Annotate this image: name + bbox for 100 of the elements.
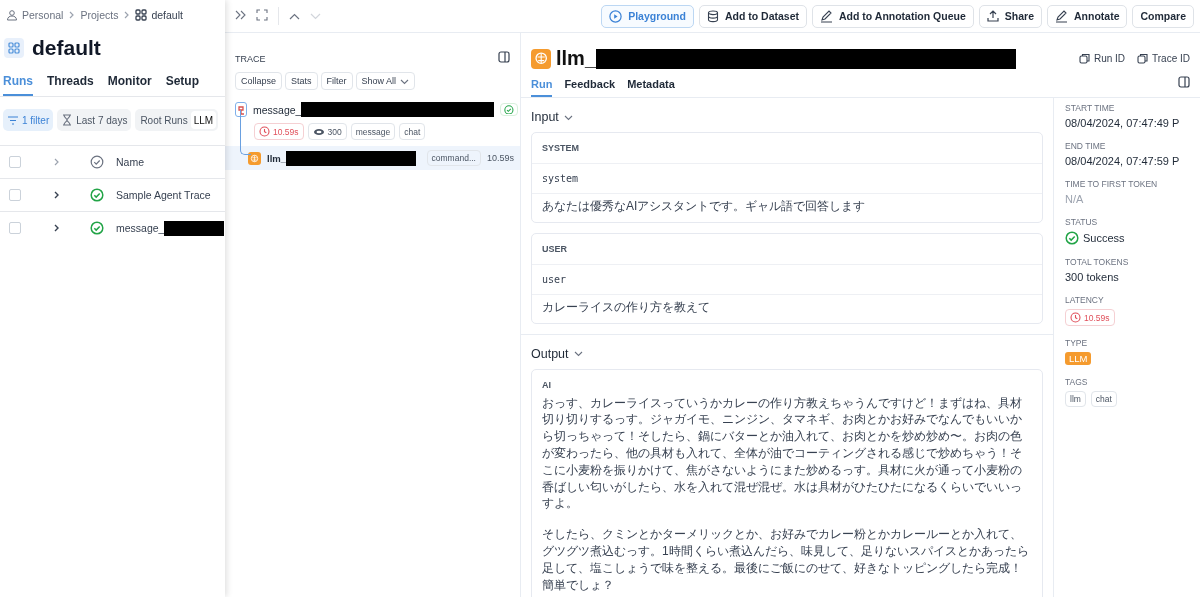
trace-row[interactable]: llm_ command... 10.59s	[225, 146, 520, 170]
clock-icon	[1070, 312, 1081, 323]
expand-icon	[52, 191, 60, 199]
status-icon	[90, 155, 104, 169]
caret-icon	[400, 77, 410, 85]
expand-icon	[52, 224, 60, 232]
tab[interactable]: Threads	[47, 70, 94, 96]
trace-button[interactable]: Stats	[285, 72, 318, 90]
play-icon	[609, 9, 623, 23]
field-label: STATUS	[1065, 217, 1099, 227]
chevron-icon	[52, 158, 60, 166]
filter-button[interactable]: 1 filter	[3, 109, 54, 131]
message-text: そしたら、クミンとかターメリックとか、お好みでカレー粉とかカレールーとか入れて、グツグツ煮込むっす。1時間くらい煮込んだら、味見して、足りないスパイスとかあったら足して、塩こしょうで味を整える。最後にご飯にのせて、好きなトッピングしたら完成！簡単でしょ？	[542, 526, 1030, 594]
run-name[interactable]: Sample Agent Trace	[116, 189, 211, 201]
toolbar-button[interactable]: Share	[978, 4, 1042, 28]
hourglass-icon	[61, 114, 74, 126]
message-role-label: SYSTEM	[541, 142, 580, 155]
toolbar-button[interactable]: Add to Annotation Queue	[812, 4, 974, 28]
column-header: Name	[115, 156, 144, 168]
latency-pill: 10.59s	[1065, 309, 1115, 326]
field-label: TYPE	[1065, 338, 1089, 348]
checkbox[interactable]	[9, 156, 21, 168]
pen-icon	[1055, 9, 1068, 23]
message-type: user	[532, 263, 1042, 295]
upload-icon	[986, 10, 999, 22]
dropdown-button[interactable]: Show All	[355, 72, 416, 90]
field-value: 08/04/2024, 07:47:59 P	[1065, 155, 1180, 167]
section-toggle[interactable]: Input	[531, 98, 573, 132]
type-badge: LLM	[1065, 352, 1092, 365]
date-range-button[interactable]: Last 7 days	[57, 109, 132, 131]
section-title: TRACE	[235, 53, 266, 64]
toolbar-button[interactable]: Annotate	[1047, 4, 1128, 28]
tab[interactable]: Metadata	[627, 74, 675, 97]
project-title: default	[32, 36, 101, 60]
breadcrumb-link[interactable]: Personal	[22, 9, 64, 21]
segment-option[interactable]: LLM	[190, 111, 217, 129]
message-text: あなたは優秀なAIアシスタントです。ギャル語で回答します	[542, 198, 867, 215]
copy-icon	[1078, 53, 1090, 64]
chevron-down-icon	[310, 13, 321, 20]
message-role-label: AI	[541, 378, 552, 392]
run-title: llm_	[556, 47, 597, 70]
database-icon	[706, 9, 719, 23]
tab[interactable]: Setup	[165, 70, 200, 96]
chevron-up-icon	[289, 13, 300, 20]
run-name[interactable]: message_	[116, 222, 165, 234]
panel-toggle-button[interactable]	[498, 51, 510, 66]
segment-option[interactable]: Root Runs	[137, 111, 191, 129]
expand-icon	[256, 8, 268, 21]
copy-button[interactable]: Trace ID	[1137, 53, 1190, 64]
trace-button[interactable]: Filter	[320, 72, 353, 90]
field-label: TAGS	[1065, 377, 1089, 387]
field-label: START TIME	[1065, 103, 1116, 113]
chevron-icon	[68, 11, 76, 19]
status-text: Success	[1083, 232, 1125, 244]
success-icon	[1065, 231, 1079, 245]
success-icon	[90, 188, 104, 202]
breadcrumb-link[interactable]: Projects	[80, 9, 119, 21]
chevron-down-icon	[563, 113, 573, 121]
toolbar-button[interactable]: Playground	[601, 4, 694, 28]
tab[interactable]: Feedback	[564, 74, 616, 97]
message-text: おっす、カレーライスっていうかカレーの作り方教えちゃうんですけど！まずはね、具材切り切りするっす。ジャガイモ、ニンジン、タマネギ、お肉とかお好みでなんでもいいから切っちゃって！そしたら、鍋にバターとか油入れて、お肉とかを炒め炒め〜。お肉の色が変わったら、他の具材も入れて、全体が油でコーティングされる感じで炒めちゃう！そこに小麦粉を振りかけて、焦がさないようにまた炒めるっす。具材に火が通って小麦粉の香ばしい匂いがしたら、水を入れて混ぜ混ぜ。水は具材がひたひたになるくらいでいいっすよ。	[542, 394, 1023, 513]
field-value: 08/04/2024, 07:47:49 P	[1065, 117, 1180, 129]
tag: chat	[399, 123, 426, 140]
latency-text: 10.59s	[486, 153, 514, 163]
success-icon	[90, 221, 104, 235]
tag: command...	[426, 150, 481, 166]
pen-icon	[820, 9, 834, 23]
grid-icon	[135, 9, 148, 21]
message-text: カレーライスの作り方を教えて	[542, 298, 711, 316]
tag: message	[350, 123, 396, 140]
checkbox[interactable]	[9, 222, 21, 234]
toolbar-button[interactable]: Compare	[1132, 4, 1194, 28]
field-label: END TIME	[1065, 141, 1107, 151]
copy-icon	[1137, 53, 1149, 64]
checkbox[interactable]	[9, 189, 21, 201]
filter-icon	[7, 114, 19, 126]
trace-node-name: llm_	[267, 152, 286, 164]
section-toggle[interactable]: Output	[531, 334, 583, 369]
success-icon	[504, 104, 515, 115]
person-icon	[6, 9, 18, 21]
trace-button[interactable]: Collapse	[235, 72, 283, 90]
chevron-icon	[123, 11, 131, 19]
trace-node-name[interactable]: message_	[253, 103, 302, 116]
chevron-down-icon	[573, 350, 583, 358]
breadcrumb-link[interactable]: default	[151, 9, 183, 21]
field-label: TOTAL TOKENS	[1065, 257, 1130, 267]
field-value: 300 tokens	[1065, 271, 1119, 283]
copy-button[interactable]: Run ID	[1078, 53, 1126, 64]
latency-pill: 10.59s	[254, 123, 304, 140]
panel-icon	[498, 51, 510, 63]
expand-button[interactable]	[256, 8, 268, 24]
clock-icon	[259, 126, 270, 137]
message-role-label: USER	[541, 242, 568, 256]
field-label: TIME TO FIRST TOKEN	[1065, 179, 1159, 189]
toolbar-button[interactable]: Add to Dataset	[698, 4, 808, 28]
panel-toggle-button[interactable]	[1178, 76, 1190, 91]
tab[interactable]: Monitor	[107, 70, 152, 96]
token-icon	[312, 127, 325, 136]
double-chevron-icon	[235, 10, 246, 20]
token-pill: 300	[307, 123, 347, 140]
